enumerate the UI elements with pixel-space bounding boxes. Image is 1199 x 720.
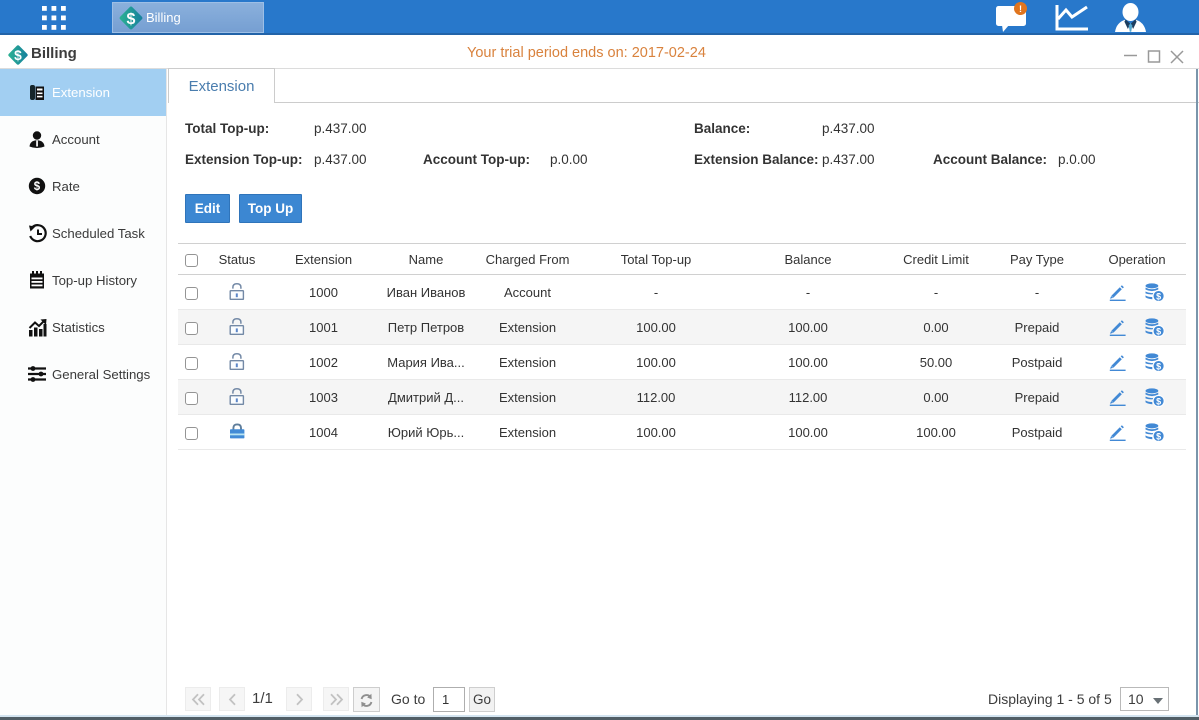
svg-text:$: $ [1156,361,1161,371]
svg-text:$: $ [1156,396,1161,406]
svg-text:$: $ [1156,431,1161,441]
svg-text:$: $ [34,181,41,193]
svg-text:$: $ [14,48,22,63]
svg-text:$: $ [127,11,136,28]
svg-text:$: $ [1156,326,1161,336]
svg-text:!: ! [1019,4,1022,14]
svg-text:$: $ [1156,291,1161,301]
